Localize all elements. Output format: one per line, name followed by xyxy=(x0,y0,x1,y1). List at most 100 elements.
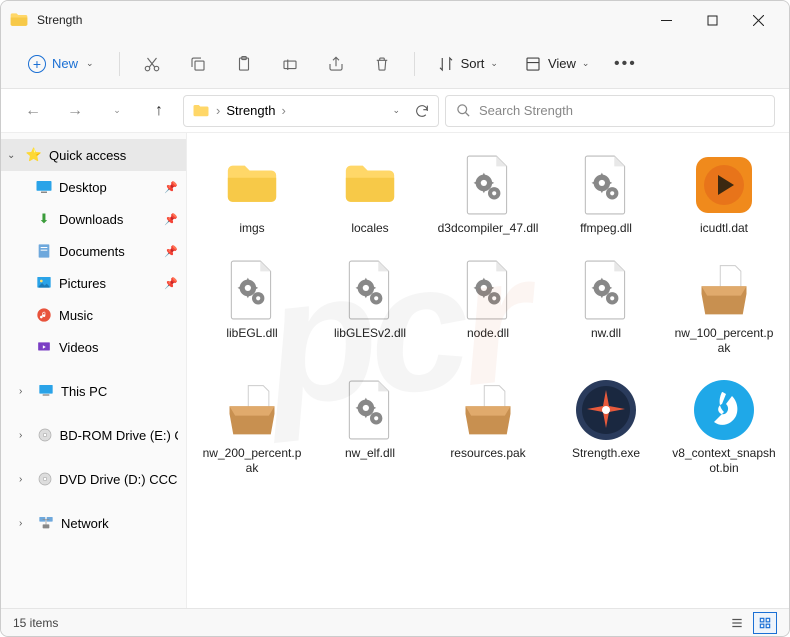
sidebar-quick-access[interactable]: ⌄ ⭐ Quick access xyxy=(1,139,186,171)
title-bar: Strength xyxy=(1,1,789,39)
file-item[interactable]: libGLESv2.dll xyxy=(315,252,425,362)
pin-icon: 📌 xyxy=(164,277,178,290)
new-button[interactable]: + New ⌄ xyxy=(15,48,107,80)
view-label: View xyxy=(548,56,576,71)
sort-label: Sort xyxy=(461,56,485,71)
file-item[interactable]: d3dcompiler_47.dll xyxy=(433,147,543,242)
sidebar-bdrom[interactable]: › BD-ROM Drive (E:) C xyxy=(1,419,186,451)
dll-icon xyxy=(454,153,522,217)
sidebar-downloads[interactable]: ⬇Downloads📌 xyxy=(1,203,186,235)
file-label: d3dcompiler_47.dll xyxy=(438,221,539,236)
address-dropdown[interactable]: ⌄ xyxy=(384,105,408,116)
new-label: New xyxy=(52,56,78,71)
dll-icon xyxy=(218,258,286,322)
item-count: 15 items xyxy=(13,616,58,630)
breadcrumb-sep: › xyxy=(282,103,286,118)
up-button[interactable]: ↑ xyxy=(141,93,177,129)
file-item[interactable]: icudtl.dat xyxy=(669,147,779,242)
back-button[interactable]: ← xyxy=(15,93,51,129)
file-label: nw_200_percent.pak xyxy=(200,446,304,476)
documents-icon xyxy=(35,242,53,260)
file-item[interactable]: v8_context_snapshot.bin xyxy=(669,372,779,482)
address-bar[interactable]: › Strength › ⌄ xyxy=(183,95,439,127)
file-item[interactable]: locales xyxy=(315,147,425,242)
file-label: libEGL.dll xyxy=(226,326,277,341)
sidebar-item-label: Music xyxy=(59,308,93,323)
chevron-down-icon: ⌄ xyxy=(582,58,590,69)
sidebar-dvd[interactable]: ›DVD Drive (D:) CCCC xyxy=(1,463,186,495)
recent-button[interactable]: ⌄ xyxy=(99,93,135,129)
sort-icon xyxy=(437,55,455,73)
exe-icon xyxy=(572,378,640,442)
file-pane[interactable]: imgs locales d3dcompiler_47.dll ffmpeg.dll i… xyxy=(187,133,789,608)
disc-icon xyxy=(36,470,53,488)
pin-icon: 📌 xyxy=(164,213,178,226)
file-item[interactable]: nw.dll xyxy=(551,252,661,362)
dll-icon xyxy=(572,258,640,322)
sidebar-this-pc[interactable]: ›This PC xyxy=(1,375,186,407)
file-label: nw_elf.dll xyxy=(345,446,395,461)
disc-icon xyxy=(36,426,53,444)
file-item[interactable]: resources.pak xyxy=(433,372,543,482)
pak-icon xyxy=(690,258,758,322)
file-item[interactable]: libEGL.dll xyxy=(197,252,307,362)
file-item[interactable]: Strength.exe xyxy=(551,372,661,482)
toolbar: + New ⌄ Sort ⌄ View ⌄ ••• xyxy=(1,39,789,89)
sidebar-item-label: BD-ROM Drive (E:) C xyxy=(60,428,178,443)
dll-icon xyxy=(572,153,640,217)
delete-button[interactable] xyxy=(362,46,402,82)
cut-button[interactable] xyxy=(132,46,172,82)
sidebar-item-label: Downloads xyxy=(59,212,123,227)
music-icon xyxy=(35,306,53,324)
sidebar-music[interactable]: Music xyxy=(1,299,186,331)
file-label: locales xyxy=(351,221,388,236)
window-title: Strength xyxy=(37,13,643,27)
sidebar-network[interactable]: › Network xyxy=(1,507,186,539)
paste-button[interactable] xyxy=(224,46,264,82)
file-item[interactable]: nw_elf.dll xyxy=(315,372,425,482)
sidebar-pictures[interactable]: Pictures📌 xyxy=(1,267,186,299)
refresh-icon[interactable] xyxy=(414,103,430,119)
large-icons-view-button[interactable] xyxy=(753,612,777,634)
chevron-right-icon: › xyxy=(19,430,30,441)
file-item[interactable]: ffmpeg.dll xyxy=(551,147,661,242)
rename-button[interactable] xyxy=(270,46,310,82)
close-button[interactable] xyxy=(735,4,781,36)
chevron-right-icon: › xyxy=(19,518,31,529)
file-item[interactable]: nw_200_percent.pak xyxy=(197,372,307,482)
sidebar-item-label: Network xyxy=(61,516,109,531)
sidebar-item-label: Desktop xyxy=(59,180,107,195)
file-label: libGLESv2.dll xyxy=(334,326,406,341)
copy-button[interactable] xyxy=(178,46,218,82)
sidebar-item-label: DVD Drive (D:) CCCC xyxy=(59,472,178,487)
details-view-button[interactable] xyxy=(725,612,749,634)
desktop-icon xyxy=(35,178,53,196)
plus-icon: + xyxy=(28,55,46,73)
view-icon xyxy=(524,55,542,73)
sidebar-videos[interactable]: Videos xyxy=(1,331,186,363)
pc-icon xyxy=(37,382,55,400)
file-item[interactable]: nw_100_percent.pak xyxy=(669,252,779,362)
file-item[interactable]: imgs xyxy=(197,147,307,242)
network-icon xyxy=(37,514,55,532)
videos-icon xyxy=(35,338,53,356)
maximize-button[interactable] xyxy=(689,4,735,36)
forward-button[interactable]: → xyxy=(57,93,93,129)
view-button[interactable]: View ⌄ xyxy=(514,46,600,82)
sidebar-documents[interactable]: Documents📌 xyxy=(1,235,186,267)
search-input[interactable]: Search Strength xyxy=(445,95,775,127)
more-button[interactable]: ••• xyxy=(605,46,645,82)
minimize-button[interactable] xyxy=(643,4,689,36)
file-item[interactable]: node.dll xyxy=(433,252,543,362)
chevron-down-icon: ⌄ xyxy=(7,150,19,161)
search-placeholder: Search Strength xyxy=(479,103,573,118)
sidebar-desktop[interactable]: Desktop📌 xyxy=(1,171,186,203)
sort-button[interactable]: Sort ⌄ xyxy=(427,46,508,82)
file-label: imgs xyxy=(239,221,264,236)
file-label: ffmpeg.dll xyxy=(580,221,632,236)
bin-icon xyxy=(690,378,758,442)
share-button[interactable] xyxy=(316,46,356,82)
chevron-down-icon: ⌄ xyxy=(490,58,498,69)
file-label: nw.dll xyxy=(591,326,621,341)
breadcrumb-item[interactable]: Strength xyxy=(226,103,275,118)
